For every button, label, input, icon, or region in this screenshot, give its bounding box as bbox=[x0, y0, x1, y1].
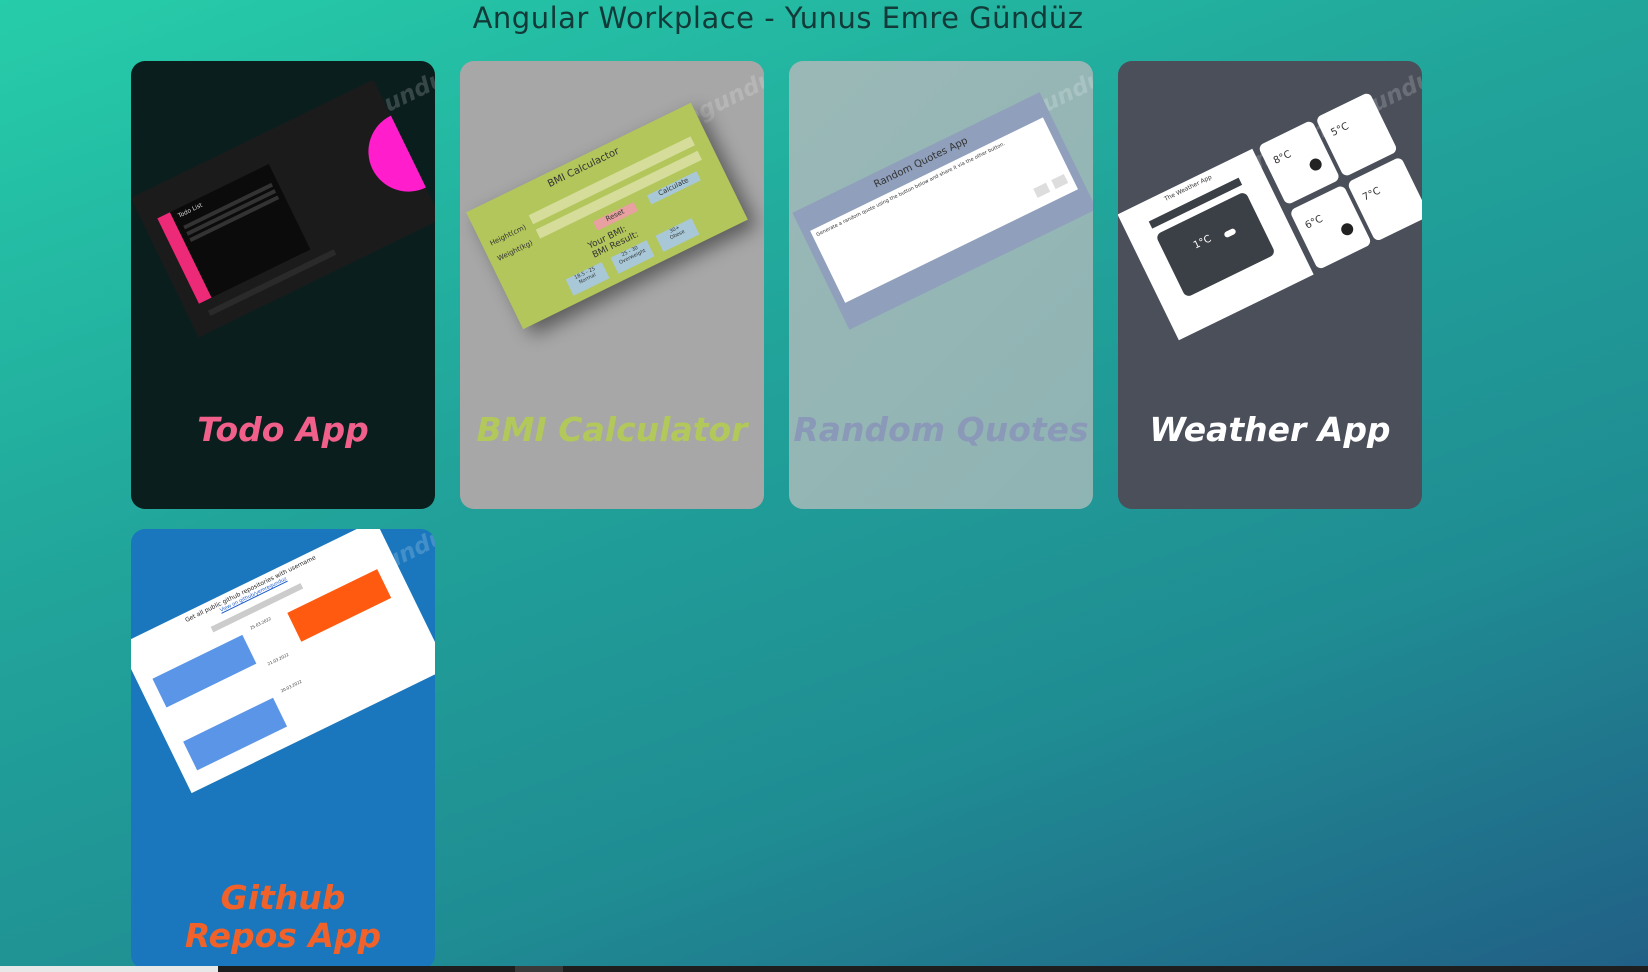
bmi-obese: 30+ Obese bbox=[655, 218, 700, 252]
bmi-normal: 18.5 - 25 Normal bbox=[565, 262, 610, 296]
github-date-3: 20.03.2022 bbox=[279, 678, 303, 694]
card-label: Random Quotes bbox=[793, 410, 1089, 449]
horizontal-scrollbar[interactable] bbox=[0, 966, 1648, 972]
quotes-thumb-text: Generate a random quote using the button… bbox=[815, 141, 1007, 239]
bmi-calculator-screenshot: BMI Calculactor Height(cm) Weight(kg) Re… bbox=[466, 102, 748, 330]
github-repos-screenshot: Get all public github repositories with … bbox=[131, 529, 435, 794]
weather-t4: 7°C bbox=[1360, 185, 1383, 204]
card-github-repos-app[interactable]: github.com/yemregunduz Get all public gi… bbox=[131, 529, 435, 969]
card-label: Todo App bbox=[197, 410, 369, 449]
todo-app-screenshot: Todo List bbox=[131, 79, 435, 338]
github-date-1: 25.03.2022 bbox=[249, 615, 272, 631]
page-title: Angular Workplace - Yunus Emre Gündüz bbox=[472, 1, 1084, 35]
card-label: BMI Calculator bbox=[476, 410, 748, 449]
weather-t2: 5°C bbox=[1329, 120, 1351, 139]
card-random-quotes[interactable]: github.com/yemregunduz Random Quotes App… bbox=[789, 61, 1093, 509]
random-quotes-screenshot: Random Quotes App Generate a random quot… bbox=[792, 92, 1093, 330]
card-weather-app[interactable]: github.com/yemregunduz The Weather App 1… bbox=[1118, 61, 1422, 509]
github-date-2: 21.03.2022 bbox=[266, 651, 290, 667]
weather-t1: 8°C bbox=[1271, 148, 1294, 167]
card-label: Weather App bbox=[1149, 410, 1391, 449]
card-bmi-calculator[interactable]: github.com/yemregunduz BMI Calculactor H… bbox=[460, 61, 764, 509]
card-label: Github Repos App bbox=[184, 878, 382, 955]
weather-t3: 6°C bbox=[1303, 213, 1325, 232]
weather-app-screenshot: The Weather App 1°C 8°C 5°C 6°C 7°C bbox=[1118, 91, 1422, 341]
weather-main-temp: 1°C bbox=[1191, 233, 1214, 252]
card-todo-app[interactable]: github.com/yemregunduz Todo List Todo Ap… bbox=[131, 61, 435, 509]
